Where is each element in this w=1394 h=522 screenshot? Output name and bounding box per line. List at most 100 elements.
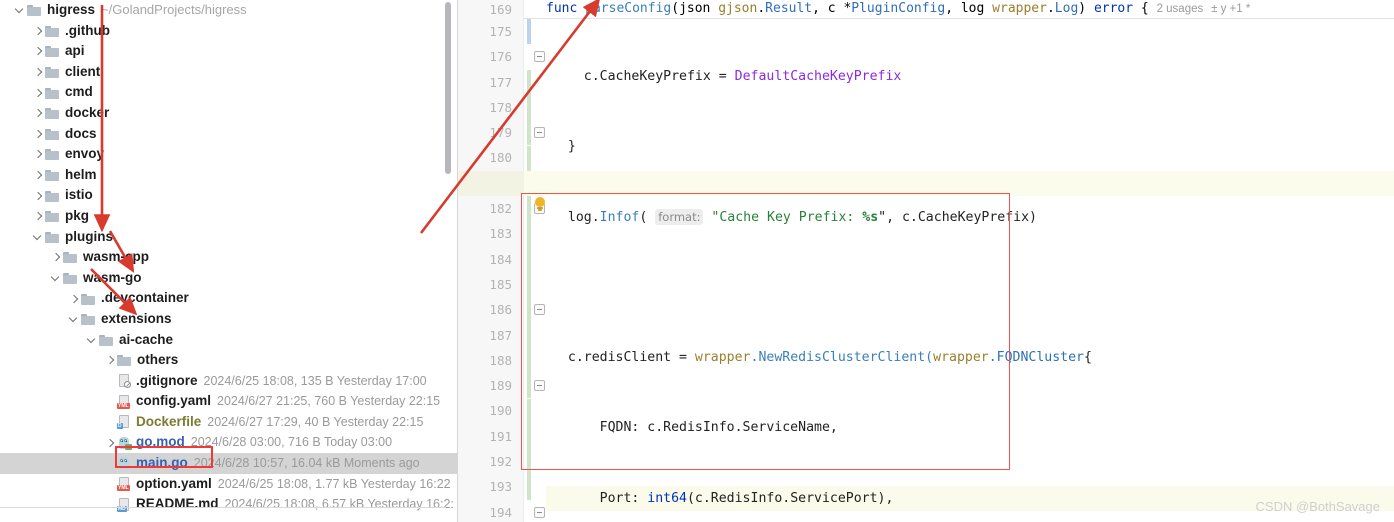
tree-row-pkg[interactable]: pkg — [0, 206, 457, 227]
chevron-right-icon[interactable] — [32, 103, 45, 123]
folder-icon — [81, 293, 96, 305]
code-line-175: c.CacheKeyPrefix = DefaultCacheKeyPrefix — [546, 64, 1394, 89]
tree-row-api[interactable]: api — [0, 41, 457, 62]
tree-row-helm[interactable]: helm — [0, 165, 457, 186]
chevron-right-icon[interactable] — [32, 21, 45, 41]
t179b: wrapper — [694, 350, 751, 366]
change-marker-175[interactable] — [527, 19, 531, 45]
intention-bulb-icon[interactable] — [534, 197, 546, 212]
chevron-right-icon[interactable] — [32, 41, 45, 61]
change-marker-190[interactable] — [527, 398, 531, 424]
tree-item-label: docker — [65, 104, 110, 120]
change-marker-188[interactable] — [527, 347, 531, 374]
change-marker-178[interactable] — [527, 94, 531, 121]
chevron-down-icon[interactable] — [50, 268, 63, 288]
tree-row-others[interactable]: others — [0, 350, 457, 371]
chevron-right-icon[interactable] — [32, 206, 45, 226]
chevron-down-icon[interactable] — [32, 227, 45, 247]
folder-icon — [63, 251, 78, 264]
tree-row-docs[interactable]: docs — [0, 124, 457, 145]
token-wrapper1: wrapper — [992, 1, 1047, 16]
t179e: .FQDNCluster — [988, 350, 1084, 366]
chevron-right-icon[interactable] — [32, 83, 45, 103]
tree-row--github[interactable]: .github — [0, 21, 457, 42]
tree-row-cmd[interactable]: cmd — [0, 82, 457, 103]
fold-handle-186[interactable] — [534, 304, 545, 316]
tree-row-config-yaml[interactable]: YML config.yaml 2024/6/27 21:25, 760 B Yes… — [0, 391, 457, 412]
change-marker-183[interactable] — [527, 221, 531, 247]
change-marker-179[interactable] — [527, 120, 531, 146]
tree-row-option-yaml[interactable]: YML option.yaml 2024/6/25 18:08, 1.77 kB Y… — [0, 474, 457, 495]
tree-row-istio[interactable]: istio — [0, 185, 457, 206]
code-editor[interactable]: 169 func parseConfig(json gjson.Result, … — [458, 0, 1394, 522]
change-marker-187[interactable] — [527, 322, 531, 348]
change-marker-191[interactable] — [527, 423, 531, 450]
chevron-right-icon[interactable] — [104, 350, 117, 370]
chevron-right-icon[interactable] — [32, 165, 45, 185]
chevron-down-icon[interactable] — [68, 309, 81, 329]
tree-row-root[interactable]: higress ~/GolandProjects/higress — [0, 0, 457, 21]
param-hint-format: format: — [655, 208, 704, 225]
line-number-gutter[interactable]: 1751761771781791801811821831841851861871… — [458, 19, 524, 522]
chevron-right-icon[interactable] — [32, 186, 45, 206]
fold-handle-176[interactable] — [534, 51, 545, 63]
t177d: "Cache Key Prefix: — [703, 209, 863, 225]
chevron-right-icon[interactable] — [32, 124, 45, 144]
tree-row-plugins[interactable]: plugins — [0, 227, 457, 248]
token-json: json — [679, 1, 711, 16]
folder-icon — [117, 354, 132, 367]
tree-row-docker[interactable]: docker — [0, 103, 457, 124]
change-marker-180[interactable] — [527, 145, 531, 171]
tree-item-label: istio — [65, 187, 93, 203]
tree-row-dockerfile[interactable]: D Dockerfile 2024/6/27 17:29, 40 B Yesterd… — [0, 412, 457, 433]
change-marker-193[interactable] — [527, 474, 531, 500]
line-number-177: 177 — [489, 74, 512, 90]
chevron-right-icon[interactable] — [32, 62, 45, 82]
chevron-placeholder — [104, 392, 117, 412]
code-content[interactable]: c.CacheKeyPrefix = DefaultCacheKeyPrefix… — [546, 19, 1394, 522]
tree-row-wasm-go[interactable]: wasm-go — [0, 268, 457, 289]
change-marker-185[interactable] — [527, 272, 531, 298]
tree-row-envoy[interactable]: envoy — [0, 144, 457, 165]
fold-handle-179[interactable] — [534, 127, 545, 139]
tree-item-label: extensions — [101, 310, 172, 326]
fold-handle-194[interactable] — [534, 506, 545, 518]
change-marker-192[interactable] — [527, 449, 531, 475]
tree-row-ai-cache[interactable]: ai-cache — [0, 330, 457, 351]
chevron-right-icon[interactable] — [104, 433, 117, 453]
fold-handle-189[interactable] — [534, 380, 545, 392]
gutter-markers[interactable] — [524, 19, 546, 522]
change-marker-177[interactable] — [527, 69, 531, 95]
tree-row--gitignore[interactable]: .gitignore 2024/6/25 18:08, 135 B Yesterd… — [0, 371, 457, 392]
tree-row-wasm-cpp[interactable]: wasm-cpp — [0, 247, 457, 268]
t180: FQDN: c.RedisInfo.ServiceName, — [552, 420, 838, 436]
dockerfile-icon: D — [117, 415, 131, 430]
project-tool-window[interactable]: higress ~/GolandProjects/higress .github ap… — [0, 0, 458, 522]
tree-row-go-mod[interactable]: go.mod 2024/6/28 03:00, 716 B Today 03:00 — [0, 432, 457, 453]
authors-badge[interactable]: ± y +1 * — [1211, 3, 1250, 15]
chevron-right-icon[interactable] — [32, 144, 45, 164]
chevron-right-icon[interactable] — [68, 289, 81, 309]
change-marker-189[interactable] — [527, 373, 531, 399]
chevron-down-icon[interactable] — [86, 330, 99, 350]
tree-row-main-go[interactable]: main.go 2024/6/28 10:57, 16.04 kB Moments… — [0, 453, 457, 474]
t179c: .NewRedisClusterClient( — [750, 350, 934, 366]
change-marker-186[interactable] — [527, 297, 531, 323]
project-scrollbar-thumb[interactable] — [445, 2, 451, 174]
project-tree[interactable]: higress ~/GolandProjects/higress .github ap… — [0, 0, 457, 515]
line-number-180: 180 — [489, 150, 512, 166]
bulb-glass — [535, 197, 545, 207]
tree-row-extensions[interactable]: extensions — [0, 309, 457, 330]
tree-row-readme-md[interactable]: MD README.md 2024/6/25 18:08, 6.57 kB Yest… — [0, 494, 457, 515]
tree-row-client[interactable]: client — [0, 62, 457, 83]
line-number-186: 186 — [489, 302, 512, 318]
chevron-right-icon[interactable] — [50, 247, 63, 267]
change-marker-182[interactable] — [527, 196, 531, 222]
tree-row--devcontainer[interactable]: .devcontainer — [0, 288, 457, 309]
usages-badge[interactable]: 2 usages — [1157, 3, 1204, 15]
line-number-188: 188 — [489, 352, 512, 368]
change-marker-184[interactable] — [527, 246, 531, 272]
chevron-down-icon[interactable] — [14, 0, 27, 20]
folder-icon — [45, 169, 60, 182]
